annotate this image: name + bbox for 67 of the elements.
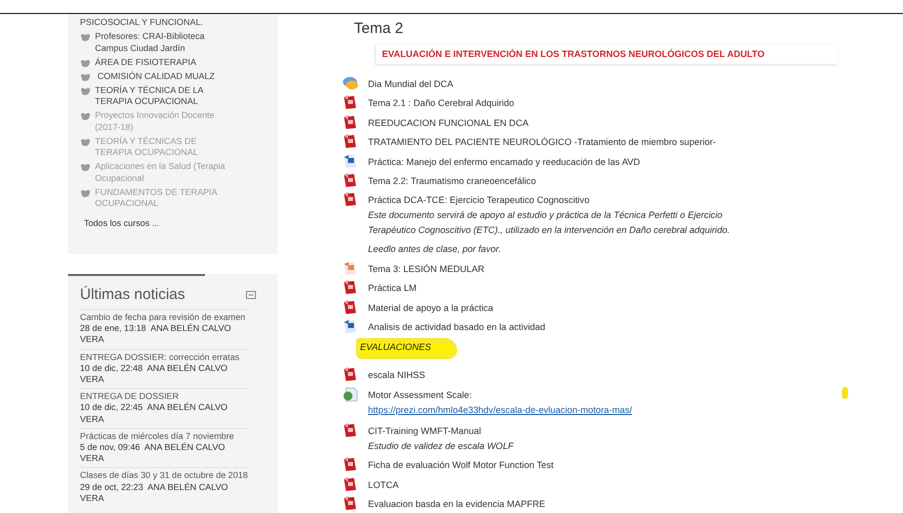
resource-link[interactable]: Práctica LM xyxy=(368,280,417,296)
pdf-icon xyxy=(342,457,358,472)
pdf-icon xyxy=(342,476,358,492)
pdf-icon xyxy=(342,172,358,188)
pdf-icon xyxy=(342,496,358,512)
resource-link[interactable]: Tema 3: LESIÓN MEDULAR xyxy=(368,260,484,276)
pdf-icon xyxy=(342,192,358,208)
news-subject[interactable]: Cambio de fecha para revisión de examen xyxy=(80,312,250,324)
news-meta: 5 de nov, 09:46 ANA BELÉN CALVO VERA xyxy=(80,442,226,464)
url-link[interactable]: https://prezi.com/hmlo4e33hdv/escala-de-evluacion-motora-mas/ xyxy=(368,404,632,415)
resource-link[interactable]: Tema 2.1 : Daño Cerebral Adquirido xyxy=(368,95,514,110)
resource-link[interactable]: Dia Mundial del DCA xyxy=(368,76,454,91)
resource-link[interactable]: CIT-Training WMFT-Manual xyxy=(368,422,768,438)
globe-page-icon xyxy=(342,386,358,402)
resource-link[interactable]: Práctica: Manejo del enfermo encamado y reeducación de las AVD xyxy=(368,154,640,169)
course-link[interactable]: PSICOSOCIAL Y FUNCIONAL. xyxy=(80,17,204,28)
course-link[interactable]: TEORÍA Y TÉCNICA DE LA TERAPIA OCUPACIONAL xyxy=(95,84,231,108)
collapse-icon[interactable] xyxy=(246,290,256,298)
course-icon xyxy=(80,72,91,82)
news-subject[interactable]: Clases de días 30 y 31 de octubre de 2018 xyxy=(80,470,250,482)
course-icon xyxy=(80,188,91,198)
course-link[interactable]: COMISIÓN CALIDAD MUALZ xyxy=(95,70,215,82)
section-banner: EVALUACIÓN E INTERVENCIÓN EN LOS TRASTORNOS NEUROLÓGICOS DEL ADULTO xyxy=(376,44,838,64)
course-icon xyxy=(80,86,91,96)
pdf-icon xyxy=(342,280,358,296)
resource-link[interactable]: Analisis de actividad basado en la actividad xyxy=(368,319,546,334)
pdf-icon xyxy=(342,114,358,130)
pdf-icon xyxy=(342,134,358,150)
pdf-icon xyxy=(342,300,358,315)
resource-link[interactable]: Ficha de evaluación Wolf Motor Function Test xyxy=(368,457,554,472)
resource-description: Estudio de validez de escala WOLF xyxy=(368,440,515,453)
resource-link[interactable]: Evaluacion basda en la evidencia MAPFRE xyxy=(368,496,546,512)
course-icon xyxy=(80,163,91,172)
resource-link[interactable]: Motor Assessment Scale: xyxy=(368,386,632,402)
resource-link[interactable]: Material de apoyo a la práctica xyxy=(368,300,494,315)
word-document-icon xyxy=(342,154,358,169)
pdf-icon xyxy=(342,422,358,438)
resource-link[interactable]: escala NIHSS xyxy=(368,367,426,382)
section-title: Tema 2 xyxy=(354,20,404,37)
course-link[interactable]: Profesores: CRAI-Biblioteca Campus Ciudad Jardín xyxy=(95,31,231,54)
pdf-icon xyxy=(342,95,358,110)
presentation-icon xyxy=(342,260,358,276)
news-meta: 10 de dic, 22:48 ANA BELÉN CALVO VERA xyxy=(80,362,229,386)
resource-link[interactable]: TRATAMIENTO DEL PACIENTE NEUROLÓGICO -Tratamiento de miembro superior- xyxy=(368,134,716,150)
resource-link[interactable]: LOTCA xyxy=(368,476,399,492)
chat-bubble-icon xyxy=(342,76,359,91)
all-courses-link[interactable]: Todos los cursos ... xyxy=(84,218,268,228)
course-icon xyxy=(80,138,91,146)
pdf-icon xyxy=(342,367,358,382)
news-subject[interactable]: Prácticas de miércoles día 7 noviembre xyxy=(80,430,250,442)
resource-link[interactable]: REEDUCACION FUNCIONAL EN DCA xyxy=(368,114,528,130)
course-link[interactable]: ÁREA DE FISIOTERAPIA xyxy=(95,56,196,68)
news-meta: 28 de ene, 13:18 ANA BELÉN CALVO VERA xyxy=(80,323,232,346)
resource-description: Este documento servirá de apoyo al estudio y práctica de la Técnica Perfetti o Ejercicio Terapéutico Cognoscitivo (ETC)., utilizado en la intervención en Daño cerebral adquirido. xyxy=(368,209,731,237)
course-icon xyxy=(80,112,91,121)
news-meta: 10 de dic, 22:45 ANA BELÉN CALVO VERA xyxy=(80,402,229,425)
course-icon xyxy=(80,33,91,42)
news-title: Últimas noticias xyxy=(80,286,186,303)
course-icon xyxy=(80,58,91,68)
resource-link[interactable]: Tema 2.2: Traumatismo craneoencefálico xyxy=(368,172,536,188)
news-subject[interactable]: ENTREGA DOSSIER: corrección erratas xyxy=(80,352,250,363)
highlighted-label: EVALUACIONES xyxy=(356,338,457,360)
resource-link[interactable]: Práctica DCA-TCE: Ejercicio Terapeutico Cognoscitivo xyxy=(368,192,768,208)
resource-description: Leedlo antes de clase, por favor. xyxy=(368,243,502,256)
news-subject[interactable]: ENTREGA DE DOSSIER xyxy=(80,391,250,402)
news-meta: 29 de oct, 22:23 ANA BELÉN CALVO VERA xyxy=(80,482,230,504)
word-document-icon xyxy=(342,319,358,334)
